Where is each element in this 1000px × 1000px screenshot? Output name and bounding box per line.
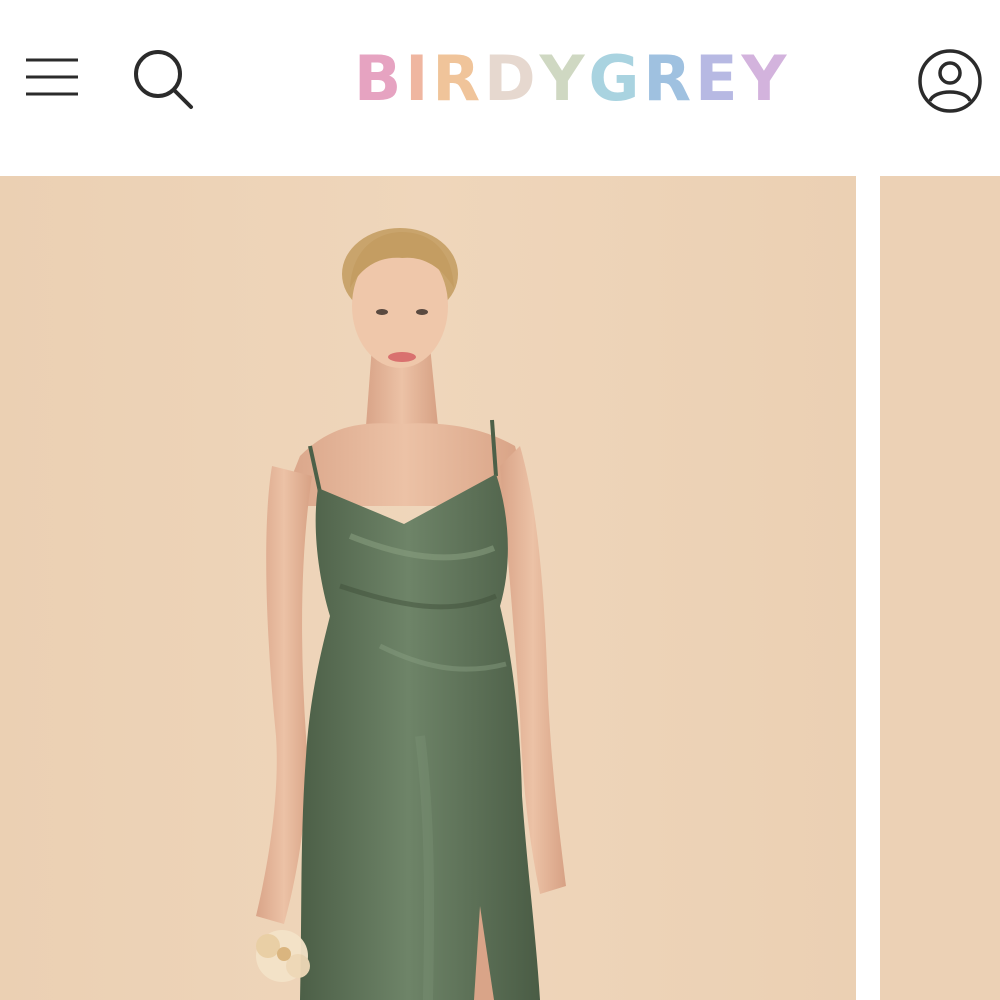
product-image-gallery[interactable] — [0, 176, 1000, 1000]
logo-letter: I — [405, 42, 433, 115]
search-icon — [134, 50, 193, 109]
account-button[interactable] — [916, 47, 984, 115]
product-image-next-peek[interactable] — [880, 176, 1000, 1000]
logo-letter: R — [432, 42, 485, 115]
account-icon — [918, 49, 982, 113]
product-image-main[interactable] — [0, 176, 856, 1000]
site-header: BIRDYGREY — [0, 0, 1000, 160]
logo-letter: G — [588, 42, 644, 115]
logo-letter: Y — [741, 42, 791, 115]
logo-letter: D — [484, 42, 540, 115]
menu-button[interactable] — [22, 52, 82, 102]
logo-letter: Y — [539, 42, 589, 115]
logo-letter: R — [643, 42, 696, 115]
hamburger-menu-icon — [26, 58, 78, 96]
search-button[interactable] — [130, 46, 196, 112]
brand-logo[interactable]: BIRDYGREY — [354, 42, 786, 115]
model-in-green-dress-photo — [0, 176, 856, 1000]
logo-letter: E — [695, 42, 742, 115]
logo-letter: B — [354, 42, 406, 115]
